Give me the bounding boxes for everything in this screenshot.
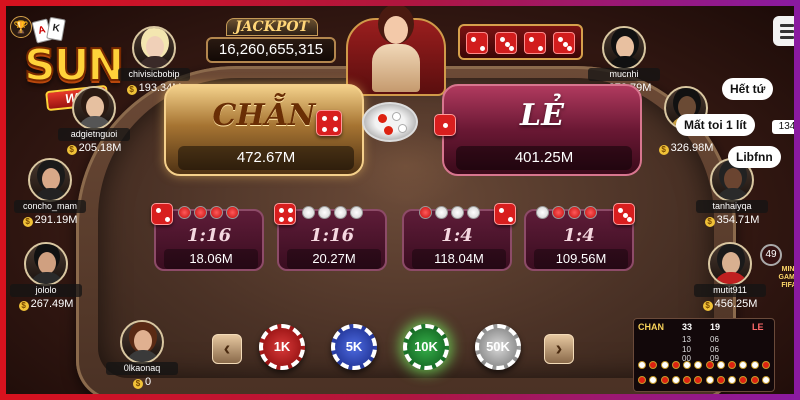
chip-5k[interactable]: 5K <box>331 324 377 370</box>
dice-icon <box>151 203 173 225</box>
player-seat[interactable]: concho_mam $291.19M <box>14 158 86 228</box>
avatar <box>708 242 752 286</box>
player-balance: $291.19M <box>14 214 86 228</box>
sub-bet-combo <box>419 203 480 221</box>
player-seat[interactable]: adgietnguoi $205.18M <box>58 86 130 156</box>
avatar <box>24 242 68 286</box>
history-board[interactable]: CHAN 33 19 LE 13 06 10 06 00 09 <box>633 318 775 392</box>
sub-bet-amount: 118.04M <box>412 249 506 269</box>
jackpot-value: 16,260,655,315 <box>206 37 336 63</box>
menu-icon[interactable] <box>773 16 794 46</box>
dice-result-panel <box>458 24 583 60</box>
game-stage: A K SUN Win 🏆 JACKPOT 16,260,655,315 <box>0 0 800 400</box>
sub-bet-odds: 1:4 <box>441 225 473 246</box>
sub-bet-amount: 20.27M <box>287 249 381 269</box>
chevron-right-icon[interactable]: › <box>544 334 574 364</box>
player-balance: $354.71M <box>696 214 768 228</box>
chevron-left-icon[interactable]: ‹ <box>212 334 242 364</box>
player-seat[interactable]: mutit911 $456.25M <box>694 242 766 312</box>
dice-icon <box>495 32 517 54</box>
dice-icon <box>274 203 296 225</box>
history-le-total: 19 <box>710 322 721 332</box>
history-chan-label: CHAN <box>638 322 664 332</box>
player-name: concho_mam <box>14 200 86 213</box>
avatar <box>72 86 116 130</box>
sub-bet-amount: 18.06M <box>164 249 258 269</box>
sub-bet-combo <box>536 203 597 221</box>
sub-bet-odds: 1:4 <box>563 225 595 246</box>
dice-icon <box>434 114 456 136</box>
player-seat[interactable]: tanhaiyqa $354.71M <box>696 158 768 228</box>
jackpot-title: JACKPOT <box>226 18 318 36</box>
dice-icon <box>316 110 342 136</box>
dice-icon <box>553 32 575 54</box>
player-seat[interactable]: 0lkaonaq $0 <box>106 320 178 390</box>
avatar <box>132 26 176 70</box>
chat-bubble: Mất toi 1 lít <box>676 114 755 136</box>
chip-1k[interactable]: 1K <box>259 324 305 370</box>
bet-chan-amount: 472.67M <box>178 146 354 170</box>
chat-bubble: Libfnn <box>728 146 781 168</box>
bet-le-label: LẺ <box>520 98 564 133</box>
sub-bet-odds: 1:16 <box>186 225 232 246</box>
dice-icon <box>613 203 635 225</box>
player-name: jololo <box>10 284 82 297</box>
player-balance: $205.18M <box>58 142 130 156</box>
sub-bet-combo <box>302 203 363 221</box>
player-name: chivisicbobip <box>118 68 190 81</box>
player-balance: $326.98M <box>650 142 722 156</box>
dealer-head <box>384 16 408 44</box>
dice-icon <box>466 32 488 54</box>
jackpot-panel: JACKPOT 16,260,655,315 <box>206 14 336 63</box>
logo-word: SUN <box>23 39 125 92</box>
avatar <box>120 320 164 364</box>
trophy-icon[interactable]: 🏆 <box>10 16 32 38</box>
mini-game-button[interactable]: MINI GAME FIFA <box>774 266 795 296</box>
notification-badge[interactable]: 49 <box>760 244 782 266</box>
dealer-body <box>372 44 420 92</box>
sub-bet-odds: 1:16 <box>309 225 355 246</box>
sub-bet-combo <box>178 203 239 221</box>
player-balance: $267.49M <box>10 298 82 312</box>
dice-icon <box>494 203 516 225</box>
dealer <box>346 12 446 96</box>
player-balance: $456.25M <box>694 298 766 312</box>
history-chan-total: 33 <box>682 322 693 332</box>
history-le-label: LE <box>752 322 764 332</box>
history-dots <box>638 361 772 389</box>
side-count: 134 <box>772 120 794 134</box>
player-name: mucnhi <box>588 68 660 81</box>
player-name: tanhaiyqa <box>696 200 768 213</box>
player-name: mutit911 <box>694 284 766 297</box>
player-name: adgietnguoi <box>58 128 130 141</box>
chip-50k[interactable]: 50K <box>475 324 521 370</box>
bet-le[interactable]: LẺ 401.25M <box>442 84 642 176</box>
chip-10k[interactable]: 10K <box>403 324 449 370</box>
avatar <box>28 158 72 202</box>
chat-bubble: Hết tứ <box>722 78 774 100</box>
dice-plate <box>362 102 418 142</box>
player-name: 0lkaonaq <box>106 362 178 375</box>
player-balance: $0 <box>106 376 178 390</box>
dice-icon <box>524 32 546 54</box>
bet-le-amount: 401.25M <box>456 146 632 170</box>
player-seat[interactable]: jololo $267.49M <box>10 242 82 312</box>
avatar <box>602 26 646 70</box>
sub-bet-amount: 109.56M <box>534 249 628 269</box>
